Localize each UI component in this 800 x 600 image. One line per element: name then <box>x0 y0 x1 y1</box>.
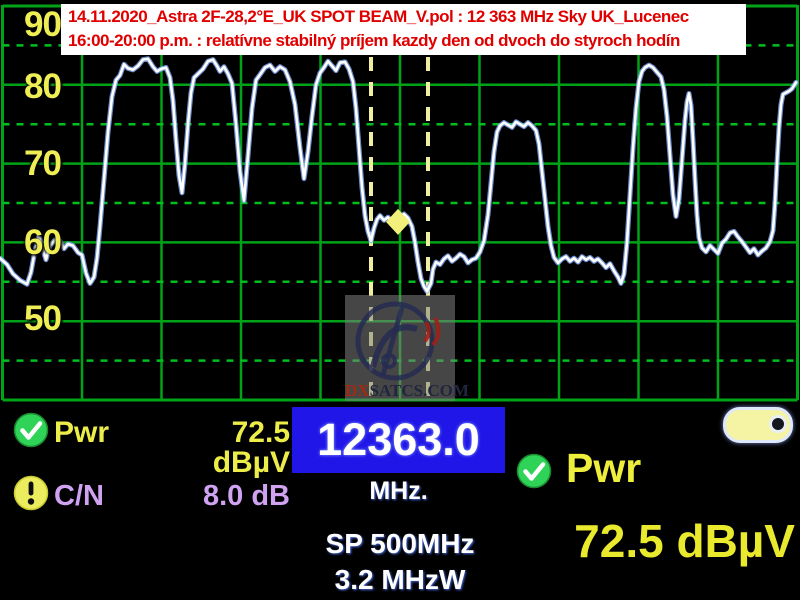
cn-value: 8.0 dB <box>148 482 290 511</box>
frequency-unit-label: MHz. <box>292 477 505 506</box>
pwr-label: Pwr <box>54 418 109 448</box>
readout-panel: Pwr 72.5 dBµV C/N 8.0 dB 12363.0 MHz. SP… <box>0 403 800 600</box>
watermark-text: DXSATCS.COM <box>345 382 455 400</box>
pwr-ok-check-icon <box>13 412 49 448</box>
sat-meter-screen: DXSATCS.COM 90 80 70 60 50 14.11.2020_As… <box>0 0 800 600</box>
y-axis-label-60: 60 <box>24 225 61 260</box>
battery-icon <box>723 407 793 443</box>
satellite-dish-logo-icon <box>345 295 455 381</box>
dxsatcs-watermark: DXSATCS.COM <box>345 295 455 401</box>
y-axis-label-80: 80 <box>24 69 61 104</box>
frequency-value: 12363.0 <box>317 414 480 466</box>
big-pwr-ok-check-icon <box>516 453 552 489</box>
annotation-banner: 14.11.2020_Astra 2F-28,2°E_UK SPOT BEAM_… <box>61 4 746 55</box>
frequency-field[interactable]: 12363.0 <box>292 407 505 473</box>
y-axis-label-90: 90 <box>24 7 61 42</box>
banner-line2: 16:00-20:00 p.m. : relatívne stabilný pr… <box>68 29 741 53</box>
big-pwr-value: 72.5 dBµV <box>480 518 795 564</box>
rbw-label: 3.2 MHzW <box>280 564 520 596</box>
y-axis-label-50: 50 <box>24 301 61 336</box>
y-axis-label-70: 70 <box>24 146 61 181</box>
banner-line1: 14.11.2020_Astra 2F-28,2°E_UK SPOT BEAM_… <box>68 5 741 29</box>
pwr-value: 72.5 dBµV <box>148 418 290 478</box>
cn-warning-icon <box>13 475 49 511</box>
cn-label: C/N <box>54 482 104 511</box>
big-pwr-label: Pwr <box>566 448 641 489</box>
spectrum-plot: DXSATCS.COM 90 80 70 60 50 14.11.2020_As… <box>0 0 800 403</box>
